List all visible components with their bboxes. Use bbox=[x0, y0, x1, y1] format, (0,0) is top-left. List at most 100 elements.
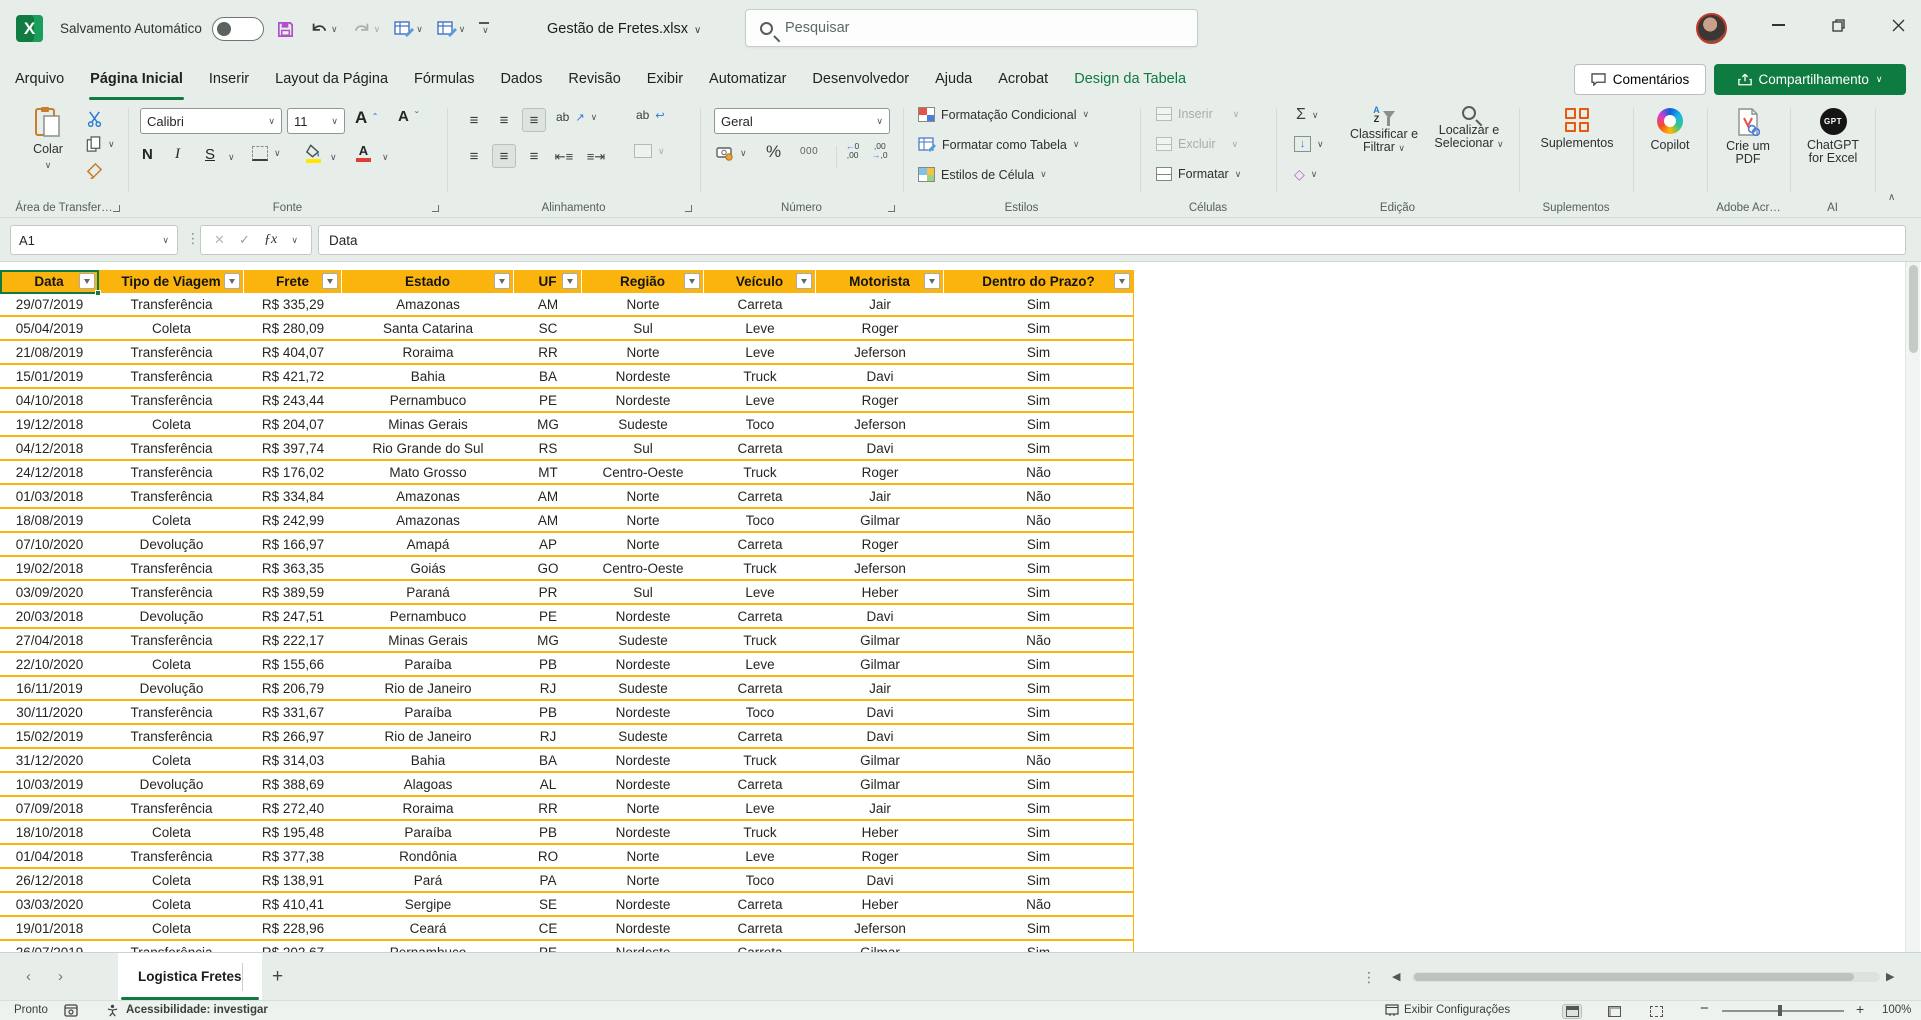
cell[interactable]: Transferência bbox=[99, 293, 244, 317]
cell[interactable]: Coleta bbox=[99, 317, 244, 341]
format-as-table-button[interactable]: Formatar como Tabela ∨ bbox=[918, 137, 1079, 152]
cell[interactable]: Truck bbox=[704, 749, 816, 773]
cell[interactable]: R$ 404,07 bbox=[244, 341, 342, 365]
cell[interactable]: Não bbox=[944, 509, 1134, 533]
cell[interactable]: Sudeste bbox=[582, 725, 704, 749]
cell[interactable]: Pará bbox=[342, 869, 514, 893]
cell[interactable]: Carreta bbox=[704, 917, 816, 941]
new-sheet-button[interactable]: + bbox=[272, 953, 283, 1001]
cell[interactable]: R$ 176,02 bbox=[244, 461, 342, 485]
tab-design-da-tabela[interactable]: Design da Tabela bbox=[1061, 58, 1199, 100]
cell[interactable]: Heber bbox=[816, 821, 944, 845]
cell[interactable]: Sudeste bbox=[582, 677, 704, 701]
cell[interactable]: Nordeste bbox=[582, 389, 704, 413]
cell[interactable]: Norte bbox=[582, 509, 704, 533]
cell[interactable]: Jeferson bbox=[816, 557, 944, 581]
cell[interactable]: MG bbox=[514, 629, 582, 653]
column-header-motorista[interactable]: Motorista bbox=[816, 270, 944, 293]
increase-decimal-button[interactable]: ←0,00 bbox=[846, 142, 859, 160]
cell[interactable]: Paraíba bbox=[342, 821, 514, 845]
cell[interactable]: Sim bbox=[944, 293, 1134, 317]
tab-automatizar[interactable]: Automatizar bbox=[696, 58, 799, 100]
autosum-dropdown-icon[interactable]: ∨ bbox=[1312, 110, 1319, 121]
cell[interactable]: RR bbox=[514, 341, 582, 365]
cell[interactable]: 26/07/2019 bbox=[0, 941, 99, 952]
cell[interactable]: Leve bbox=[704, 317, 816, 341]
display-settings-button[interactable]: Exibir Configurações bbox=[1404, 1001, 1510, 1020]
search-input[interactable]: Pesquisar bbox=[745, 9, 1198, 47]
tab-pagina-inicial[interactable]: Página Inicial bbox=[77, 58, 196, 100]
cell[interactable]: Roger bbox=[816, 533, 944, 557]
save-button[interactable] bbox=[276, 20, 295, 39]
cell[interactable]: R$ 222,17 bbox=[244, 629, 342, 653]
cell[interactable]: Carreta bbox=[704, 893, 816, 917]
cell[interactable]: Bahia bbox=[342, 749, 514, 773]
scroll-right-button[interactable]: ▶ bbox=[1886, 953, 1894, 1001]
cell[interactable]: Sul bbox=[582, 581, 704, 605]
cell[interactable]: Devolução bbox=[99, 533, 244, 557]
autosave-toggle[interactable] bbox=[212, 17, 264, 41]
cell[interactable]: Sim bbox=[944, 557, 1134, 581]
cell[interactable]: PE bbox=[514, 941, 582, 952]
cell[interactable]: Goiás bbox=[342, 557, 514, 581]
cell[interactable]: Amapá bbox=[342, 533, 514, 557]
cell[interactable]: Devolução bbox=[99, 773, 244, 797]
cell[interactable]: Nordeste bbox=[582, 653, 704, 677]
cell[interactable]: Leve bbox=[704, 653, 816, 677]
column-header-tipo-de-viagem[interactable]: Tipo de Viagem bbox=[99, 270, 244, 293]
cell[interactable]: PB bbox=[514, 653, 582, 677]
cell[interactable]: R$ 228,96 bbox=[244, 917, 342, 941]
cell[interactable]: Carreta bbox=[704, 533, 816, 557]
cell[interactable]: Carreta bbox=[704, 725, 816, 749]
cell[interactable]: Truck bbox=[704, 365, 816, 389]
cell[interactable]: Sim bbox=[944, 653, 1134, 677]
cell[interactable]: PE bbox=[514, 605, 582, 629]
accessibility-status[interactable]: Acessibilidade: investigar bbox=[126, 1001, 268, 1020]
number-format-combobox[interactable]: Geral∨ bbox=[714, 108, 890, 134]
cell[interactable]: Carreta bbox=[704, 605, 816, 629]
orientation-button[interactable]: ab↗ ∨ bbox=[556, 110, 597, 124]
cell[interactable]: Devolução bbox=[99, 677, 244, 701]
cell[interactable]: RO bbox=[514, 845, 582, 869]
cell[interactable]: Davi bbox=[816, 437, 944, 461]
cell[interactable]: R$ 155,66 bbox=[244, 653, 342, 677]
cell[interactable]: Sim bbox=[944, 413, 1134, 437]
cell[interactable]: 27/04/2018 bbox=[0, 629, 99, 653]
conditional-formatting-dropdown-icon[interactable]: ∨ bbox=[1083, 109, 1090, 120]
cell[interactable]: Carreta bbox=[704, 293, 816, 317]
cell[interactable]: Norte bbox=[582, 341, 704, 365]
cell[interactable]: Amazonas bbox=[342, 293, 514, 317]
cell[interactable]: Coleta bbox=[99, 749, 244, 773]
cell[interactable]: Transferência bbox=[99, 557, 244, 581]
cell[interactable]: AL bbox=[514, 773, 582, 797]
cell[interactable]: Rondônia bbox=[342, 845, 514, 869]
cell[interactable]: Sim bbox=[944, 437, 1134, 461]
fill-button[interactable]: ↓ ∨ bbox=[1294, 136, 1324, 152]
find-select-button[interactable]: Localizar e Selecionar ∨ bbox=[1428, 106, 1510, 151]
column-header-regi-o[interactable]: Região bbox=[582, 270, 704, 293]
column-header-dentro-do-prazo[interactable]: Dentro do Prazo? bbox=[944, 270, 1134, 293]
cell[interactable]: Sim bbox=[944, 773, 1134, 797]
autosum-button[interactable]: Σ ∨ bbox=[1296, 106, 1318, 124]
cell[interactable]: Toco bbox=[704, 509, 816, 533]
cell[interactable]: Toco bbox=[704, 869, 816, 893]
cell[interactable]: 31/12/2020 bbox=[0, 749, 99, 773]
cell[interactable]: Transferência bbox=[99, 629, 244, 653]
cell[interactable]: 21/08/2019 bbox=[0, 341, 99, 365]
cell[interactable]: Toco bbox=[704, 413, 816, 437]
cell[interactable]: Sudeste bbox=[582, 629, 704, 653]
cell[interactable]: Jeferson bbox=[816, 413, 944, 437]
cell[interactable]: Transferência bbox=[99, 941, 244, 952]
conditional-formatting-button[interactable]: Formatação Condicional ∨ bbox=[918, 107, 1089, 122]
table-style-dropdown-icon[interactable]: ∨ bbox=[416, 24, 423, 35]
align-bottom-button[interactable]: ≡ bbox=[522, 108, 546, 132]
avatar[interactable] bbox=[1696, 13, 1727, 44]
cell[interactable]: AM bbox=[514, 293, 582, 317]
cell[interactable]: 22/10/2020 bbox=[0, 653, 99, 677]
cell[interactable]: Amazonas bbox=[342, 485, 514, 509]
cell[interactable]: Gilmar bbox=[816, 629, 944, 653]
cell[interactable]: Sim bbox=[944, 605, 1134, 629]
cell[interactable]: Nordeste bbox=[582, 821, 704, 845]
cell[interactable]: 15/01/2019 bbox=[0, 365, 99, 389]
name-box[interactable]: A1 ∨ bbox=[10, 225, 178, 255]
